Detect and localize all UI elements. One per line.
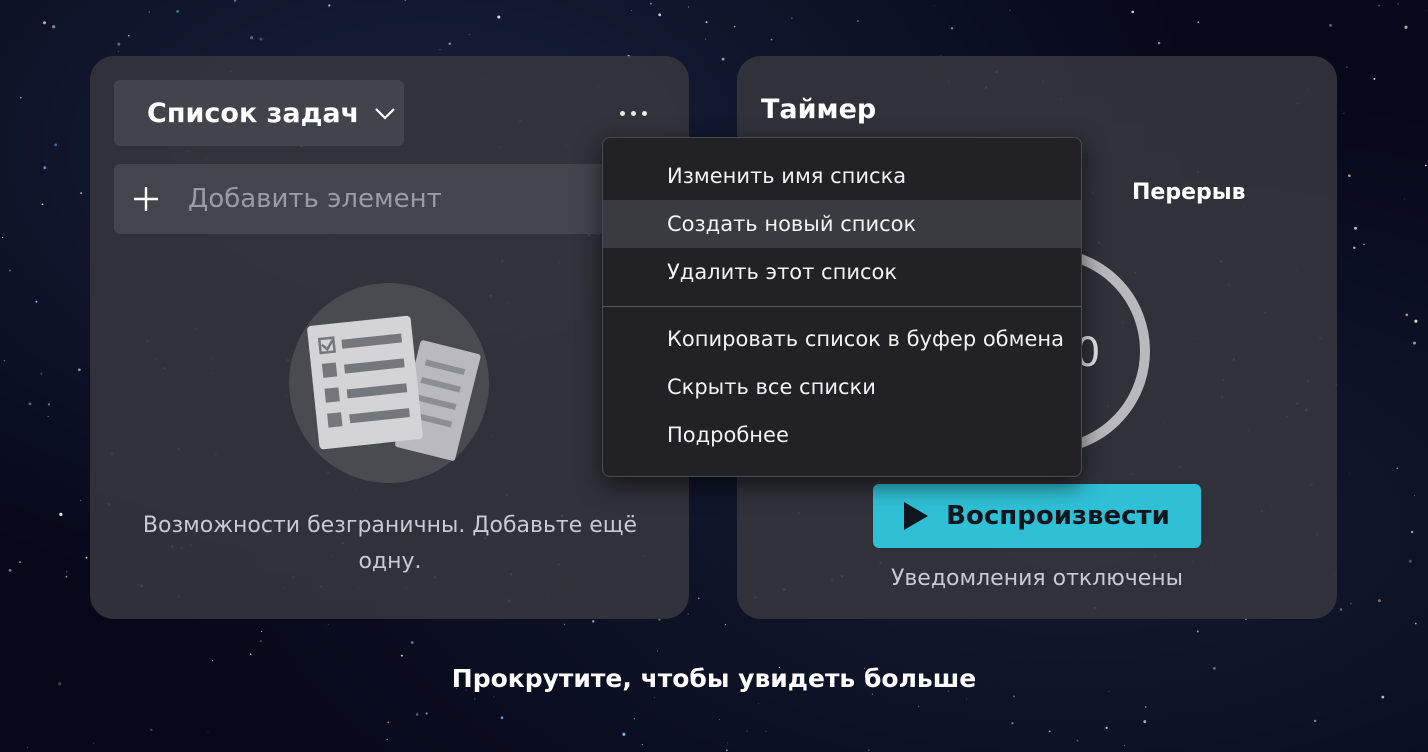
more-options-button[interactable] xyxy=(610,96,656,130)
more-icon xyxy=(619,110,647,116)
break-label[interactable]: Перерыв xyxy=(1132,180,1246,205)
list-selector-button[interactable]: Список задач xyxy=(114,80,404,146)
play-icon xyxy=(904,502,929,530)
list-title: Список задач xyxy=(147,97,360,129)
menu-item-delete-list[interactable]: Удалить этот список xyxy=(603,248,1081,296)
menu-item-create-list[interactable]: Создать новый список xyxy=(603,200,1081,248)
menu-item-rename-list[interactable]: Изменить имя списка xyxy=(603,152,1081,200)
checklist-icon xyxy=(289,283,489,483)
plus-icon xyxy=(134,187,158,211)
menu-item-hide-lists[interactable]: Скрыть все списки xyxy=(603,363,1081,411)
list-options-menu: Изменить имя списка Создать новый список… xyxy=(602,137,1082,477)
chevron-down-icon xyxy=(375,108,395,120)
scroll-hint: Прокрутите, чтобы увидеть больше xyxy=(451,664,977,693)
play-label: Воспроизвести xyxy=(946,501,1170,531)
timer-title: Таймер xyxy=(761,94,877,125)
empty-state-text: Возможности безграничны. Добавьте ещё од… xyxy=(142,513,638,574)
notifications-status[interactable]: Уведомления отключены xyxy=(737,566,1337,591)
add-item-input[interactable] xyxy=(186,183,590,215)
todo-card: Список задач Добавить элемент Возможност… xyxy=(90,56,689,619)
menu-divider xyxy=(603,306,1081,307)
play-button[interactable]: Воспроизвести xyxy=(873,484,1201,548)
menu-item-more-info[interactable]: Подробнее xyxy=(603,411,1081,459)
menu-item-copy-list[interactable]: Копировать список в буфер обмена xyxy=(603,315,1081,363)
